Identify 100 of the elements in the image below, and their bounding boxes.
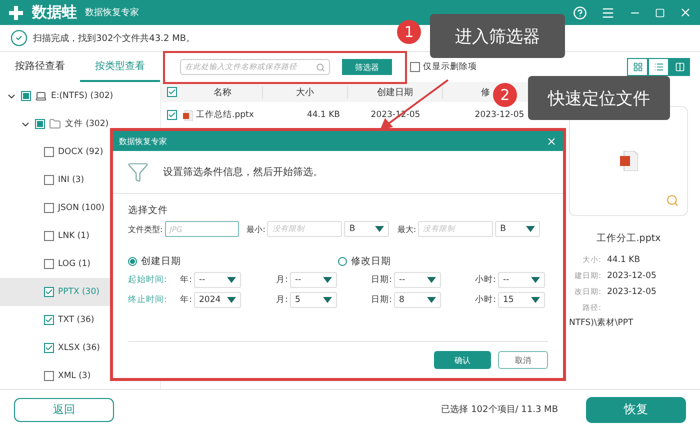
field-label: 最小: — [246, 224, 266, 234]
unit-select[interactable]: B — [344, 221, 390, 237]
powerpoint-file-icon — [620, 151, 638, 171]
help-icon[interactable] — [573, 6, 587, 20]
checkbox[interactable] — [44, 147, 54, 157]
checkbox[interactable] — [167, 110, 177, 120]
field-label: 日期: — [371, 274, 392, 286]
radio-button[interactable] — [128, 257, 137, 266]
list-view-button[interactable] — [648, 58, 669, 76]
file-size-cell: 44.1 KB — [306, 110, 340, 120]
date-select[interactable]: 8 — [394, 292, 441, 308]
dropdown-arrow-icon — [427, 297, 436, 303]
field-label: 最大: — [397, 224, 416, 234]
maximize-icon[interactable] — [655, 8, 665, 18]
date-select[interactable]: -- — [498, 272, 545, 288]
field-label: 年: — [180, 294, 192, 306]
detail-view-button[interactable] — [669, 58, 690, 76]
modified-date-cell: 2023-12-05 — [474, 110, 524, 120]
file-path-text: NTFS)\素材\PPT — [569, 317, 634, 329]
checkbox[interactable] — [44, 315, 54, 325]
cancel-button[interactable]: 取消 — [498, 351, 548, 369]
checkbox[interactable] — [44, 343, 54, 353]
logo-icon — [8, 4, 24, 20]
preview-file-name: 工作分工.pptx — [595, 232, 662, 245]
view-tab[interactable]: 按路径查看 — [0, 52, 80, 82]
column-header[interactable]: 创建日期 — [377, 88, 413, 98]
section-title: 选择文件 — [128, 204, 169, 217]
checkbox[interactable] — [44, 231, 54, 241]
date-select[interactable]: -- — [290, 272, 337, 288]
date-select[interactable]: -- — [194, 272, 241, 288]
check-circle-icon — [10, 29, 28, 47]
checkbox-label: 仅显示删除项 — [423, 61, 477, 73]
laptop-icon — [35, 90, 47, 102]
back-button[interactable]: 返回 — [14, 398, 114, 422]
callout-label: 快速定位文件 — [528, 76, 670, 120]
checkbox[interactable] — [21, 91, 31, 101]
dropdown-arrow-icon — [531, 297, 540, 303]
field-label: 小时: — [475, 274, 496, 286]
app-logo-text: 数据蛙 — [32, 3, 77, 22]
date-select[interactable]: 15 — [498, 292, 545, 308]
confirm-button[interactable]: 确认 — [434, 351, 491, 369]
tree-item[interactable]: INI (3) — [0, 166, 160, 194]
checkbox[interactable] — [44, 203, 54, 213]
checkbox[interactable] — [44, 371, 54, 381]
funnel-icon — [127, 161, 149, 183]
close-icon[interactable] — [546, 136, 557, 146]
selection-summary: 已选择 102个项目/ 11.3 MB — [441, 404, 558, 416]
tree-item[interactable]: XLSX (36) — [0, 334, 160, 362]
tree-item[interactable]: E:(NTFS) (302) — [0, 82, 160, 110]
menu-icon[interactable] — [601, 6, 615, 20]
search-icon[interactable] — [666, 194, 679, 207]
grid-view-button[interactable] — [627, 58, 648, 76]
detail-value: 2023-12-05 — [607, 271, 658, 281]
dialog-title: 数据恢复专家 — [119, 136, 167, 146]
powerpoint-file-icon — [183, 110, 193, 120]
detail-value: 44.1 KB — [607, 255, 642, 265]
radio-button[interactable] — [338, 257, 347, 266]
column-header[interactable]: 大小 — [296, 88, 314, 98]
field-label: 月: — [276, 274, 288, 286]
tree-item[interactable]: XML (3) — [0, 362, 160, 390]
unit-select[interactable]: B — [495, 221, 540, 237]
checkbox[interactable] — [410, 62, 420, 72]
view-tab[interactable]: 按类型查看 — [80, 52, 160, 82]
dropdown-arrow-icon — [323, 277, 332, 283]
field-label: 月: — [276, 294, 288, 306]
dialog-instruction: 设置筛选条件信息，然后开始筛选。 — [163, 166, 323, 179]
dropdown-arrow-icon — [227, 297, 236, 303]
field-label: 日期: — [371, 294, 392, 306]
date-select[interactable]: 2024 — [194, 292, 241, 308]
date-select[interactable]: 5 — [290, 292, 337, 308]
field-label: 小时: — [475, 294, 496, 306]
checkbox[interactable] — [44, 259, 54, 269]
dropdown-arrow-icon — [526, 226, 536, 232]
dropdown-arrow-icon — [427, 277, 436, 283]
step-number: 1 — [397, 20, 421, 44]
grid-icon — [632, 62, 642, 72]
column-header[interactable]: 修 — [481, 88, 490, 98]
close-icon[interactable] — [679, 6, 692, 19]
folder-icon — [49, 118, 61, 130]
detail-value: 2023-12-05 — [607, 287, 658, 297]
search-icon[interactable] — [316, 62, 325, 72]
callout-label: 进入筛选器 — [430, 14, 565, 58]
recover-button[interactable]: 恢复 — [586, 396, 686, 422]
radio-label: 创建日期 — [141, 255, 181, 268]
scan-status-text: 扫描完成，找到302个文件共43.2 MB。 — [33, 32, 196, 44]
dropdown-arrow-icon — [323, 297, 332, 303]
checkbox[interactable] — [44, 287, 54, 297]
field-label: 文件类型: — [128, 224, 163, 234]
tree-item[interactable]: 文件 (302) — [0, 110, 160, 138]
columns-icon — [674, 62, 684, 72]
radio-label: 修改日期 — [351, 255, 391, 268]
checkbox[interactable] — [35, 119, 45, 129]
tree-item[interactable]: TXT (36) — [0, 306, 160, 334]
checkbox[interactable] — [44, 175, 54, 185]
filter-button[interactable]: 筛选器 — [342, 59, 392, 75]
column-header[interactable]: 名称 — [214, 88, 232, 98]
checkbox[interactable] — [167, 87, 177, 97]
date-select[interactable]: -- — [394, 272, 441, 288]
file-name-cell: 工作总结.pptx — [196, 109, 254, 121]
app-subtitle: 数据恢复专家 — [85, 6, 139, 19]
